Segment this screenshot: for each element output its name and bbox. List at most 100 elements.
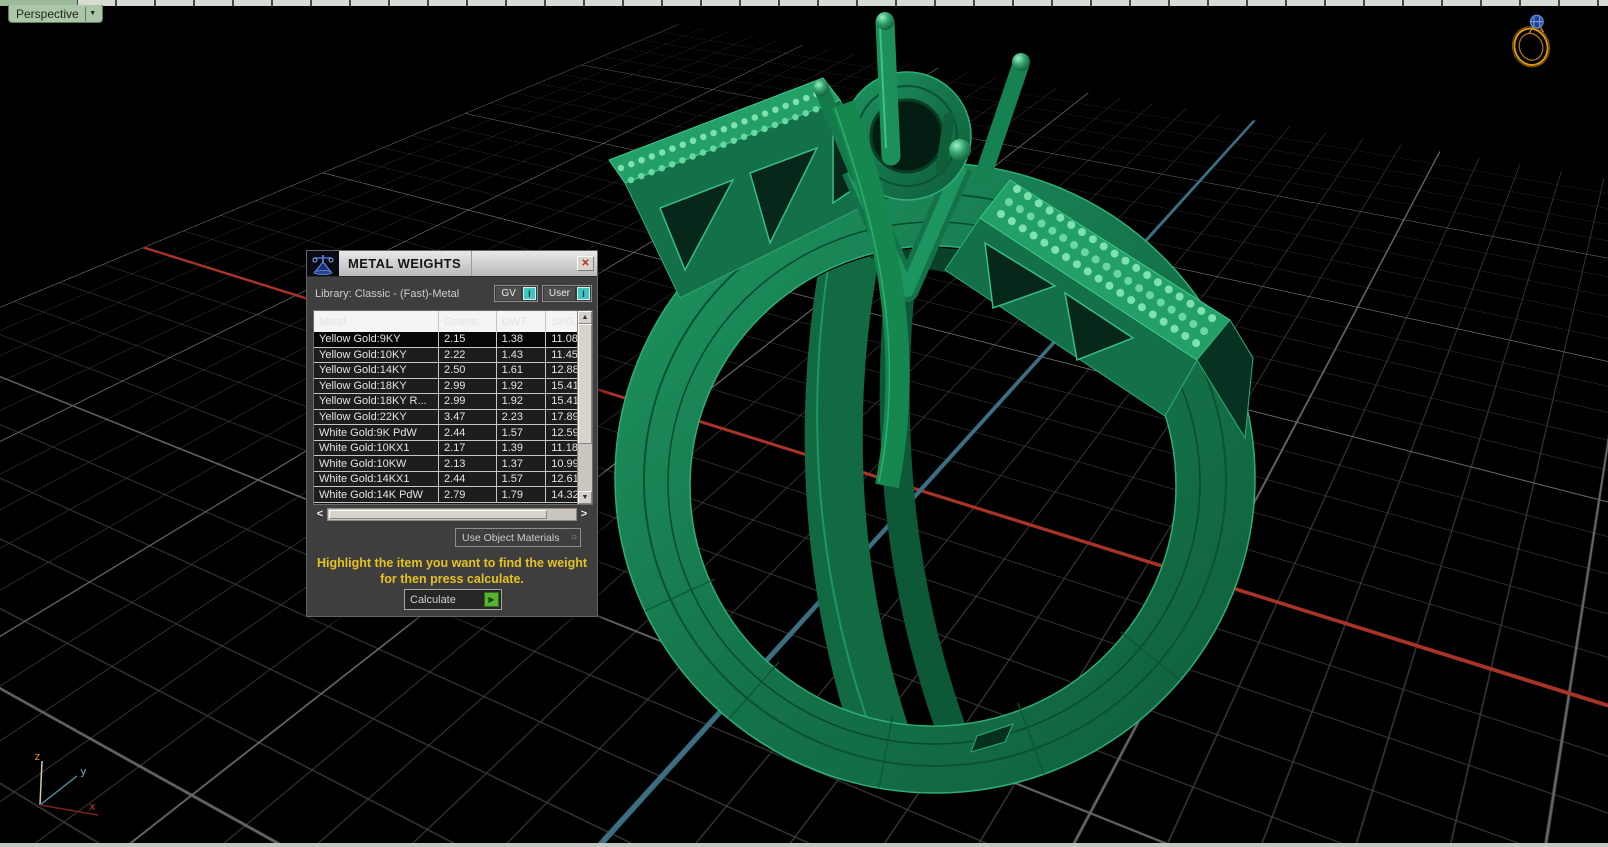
ring-logo-icon (1511, 14, 1551, 68)
column-header-dwt[interactable]: DWT (497, 311, 547, 332)
column-header-grams[interactable]: Grams (439, 311, 497, 332)
close-button[interactable]: ✕ (577, 256, 594, 271)
table-cell: 15.41 (551, 379, 577, 392)
use-object-materials-toggle[interactable]: Use Object Materials ○ (455, 528, 581, 547)
table-cell: 1.57 (497, 425, 547, 440)
scroll-left-button[interactable]: < (313, 507, 327, 521)
table-cell: 1.79 (497, 487, 547, 503)
table-cell: Yellow Gold:22KY (314, 409, 440, 425)
play-icon: ▶ (484, 592, 499, 607)
instruction-text: Highlight the item you want to find the … (316, 556, 588, 586)
chevron-up-icon: ▲ (581, 314, 589, 321)
chevron-down-icon: ▼ (581, 494, 589, 501)
table-row[interactable]: Yellow Gold:18KY R... 2.99 1.92 15.41 (314, 394, 577, 410)
application-window: z y x Perspective ▼ METAL WEIGHTS ✕ Libr… (0, 0, 1608, 847)
column-header-metal[interactable]: Metal (314, 311, 440, 332)
table-cell: 1.38 (497, 332, 547, 347)
table-row[interactable]: White Gold:10KX1 2.17 1.39 11.18 (314, 440, 577, 457)
vertical-scroll-track[interactable] (578, 324, 592, 491)
scroll-down-button[interactable]: ▼ (578, 491, 592, 504)
table-row[interactable]: Yellow Gold:10KY 2.22 1.43 11.45 (314, 347, 577, 364)
column-header-spg[interactable]: SPG (546, 311, 577, 332)
x-axis-label: x (89, 800, 96, 813)
table-cell: 2.99 (439, 378, 497, 394)
table-cell: 2.17 (439, 440, 497, 456)
dialog-title: METAL WEIGHTS (348, 256, 462, 271)
table-header: Metal Grams DWT SPG (314, 311, 577, 332)
table-cell: White Gold:10KX1 (314, 440, 440, 456)
viewport-tab-perspective[interactable]: Perspective ▼ (8, 5, 103, 23)
table-cell: 11.08 (551, 333, 577, 346)
vertical-scroll-thumb[interactable] (578, 324, 592, 445)
scroll-up-button[interactable]: ▲ (578, 311, 592, 324)
horizontal-scroll-thumb[interactable] (329, 509, 548, 519)
table-cell: 1.57 (497, 471, 547, 487)
table-cell: 2.13 (439, 456, 497, 471)
table-cell: 1.39 (497, 440, 547, 456)
dialog-titlebar[interactable]: METAL WEIGHTS ✕ (307, 251, 597, 277)
table-cell: 1.61 (497, 363, 547, 378)
table-row[interactable]: Yellow Gold:14KY 2.50 1.61 12.88 (314, 363, 577, 379)
ring-model (608, 12, 1256, 794)
axis-gizmo: z y x (34, 750, 99, 816)
table-cell: 11.45 (551, 348, 577, 361)
metal-table-body: Yellow Gold:9KY 2.15 1.38 11.08 Yellow Gold:… (314, 332, 577, 503)
table-cell: Yellow Gold:14KY (314, 363, 440, 378)
user-button-label: User (543, 287, 575, 300)
horizontal-scrollbar[interactable] (327, 507, 577, 521)
gv-button[interactable]: GV I (494, 285, 538, 302)
gv-toggle[interactable]: I (522, 287, 536, 300)
table-cell: 2.44 (439, 425, 497, 440)
user-toggle[interactable]: I (577, 287, 590, 300)
table-cell: Yellow Gold:18KY (314, 378, 440, 394)
table-cell: 2.79 (439, 487, 497, 503)
table-row[interactable]: White Gold:10KW 2.13 1.37 10.99 (314, 456, 577, 472)
table-cell: 2.15 (439, 332, 497, 347)
calculate-button[interactable]: Calculate ▶ (404, 589, 502, 610)
status-bar-edge (0, 843, 1608, 847)
scale-icon (307, 251, 339, 276)
toolbar-edge-strip (0, 0, 1608, 6)
library-label: Library: Classic - (Fast)-Metal (315, 287, 460, 300)
table-row[interactable]: Yellow Gold:18KY 2.99 1.92 15.41 (314, 378, 577, 395)
metal-table: Metal Grams DWT SPG Yellow Gold:9KY 2.15 1… (313, 310, 593, 505)
table-cell: Yellow Gold:18KY R... (314, 394, 440, 409)
chevron-down-icon[interactable]: ▼ (84, 6, 100, 21)
table-cell: 1.37 (497, 456, 547, 471)
table-cell: 15.41 (551, 395, 577, 408)
table-cell: White Gold:14K PdW (314, 487, 440, 503)
table-row[interactable]: Yellow Gold:9KY 2.15 1.38 11.08 (314, 332, 577, 348)
table-cell: White Gold:9K PdW (314, 425, 440, 440)
viewport-tab-label: Perspective (16, 6, 79, 21)
table-cell: 2.99 (439, 394, 497, 409)
table-cell: White Gold:14KX1 (314, 471, 440, 487)
table-cell: 2.22 (439, 347, 497, 363)
table-cell: 14.32 (551, 488, 577, 501)
table-cell: 2.23 (497, 409, 547, 425)
table-row[interactable]: White Gold:14K PdW 2.79 1.79 14.32 (314, 487, 577, 503)
close-icon: ✕ (581, 257, 590, 269)
table-row[interactable]: Yellow Gold:22KY 3.47 2.23 17.89 (314, 409, 577, 426)
table-cell: 12.88 (551, 364, 577, 377)
calculate-button-label: Calculate (410, 593, 456, 606)
table-cell: 2.44 (439, 471, 497, 487)
table-row[interactable]: White Gold:14KX1 2.44 1.57 12.61 (314, 471, 577, 488)
table-row[interactable]: White Gold:9K PdW 2.44 1.57 12.59 (314, 425, 577, 441)
gv-button-label: GV (496, 287, 521, 300)
y-axis-label: y (80, 765, 87, 778)
table-cell: White Gold:10KW (314, 456, 440, 471)
table-cell: 12.59 (551, 426, 577, 439)
user-button[interactable]: User I (541, 285, 592, 302)
use-object-materials-label: Use Object Materials (462, 531, 560, 544)
table-cell: 11.18 (551, 442, 577, 455)
table-cell: Yellow Gold:9KY (314, 332, 440, 347)
radio-icon: ○ (570, 531, 577, 543)
table-cell: 2.50 (439, 363, 497, 378)
table-cell: 17.89 (551, 411, 577, 423)
vertical-scrollbar[interactable]: ▲ ▼ (577, 311, 592, 504)
scroll-right-button[interactable]: > (577, 507, 591, 521)
table-cell: 1.43 (497, 347, 547, 363)
table-cell: 1.92 (497, 378, 547, 394)
metal-weights-dialog: METAL WEIGHTS ✕ Library: Classic - (Fast… (306, 250, 598, 617)
table-cell: 3.47 (439, 409, 497, 425)
